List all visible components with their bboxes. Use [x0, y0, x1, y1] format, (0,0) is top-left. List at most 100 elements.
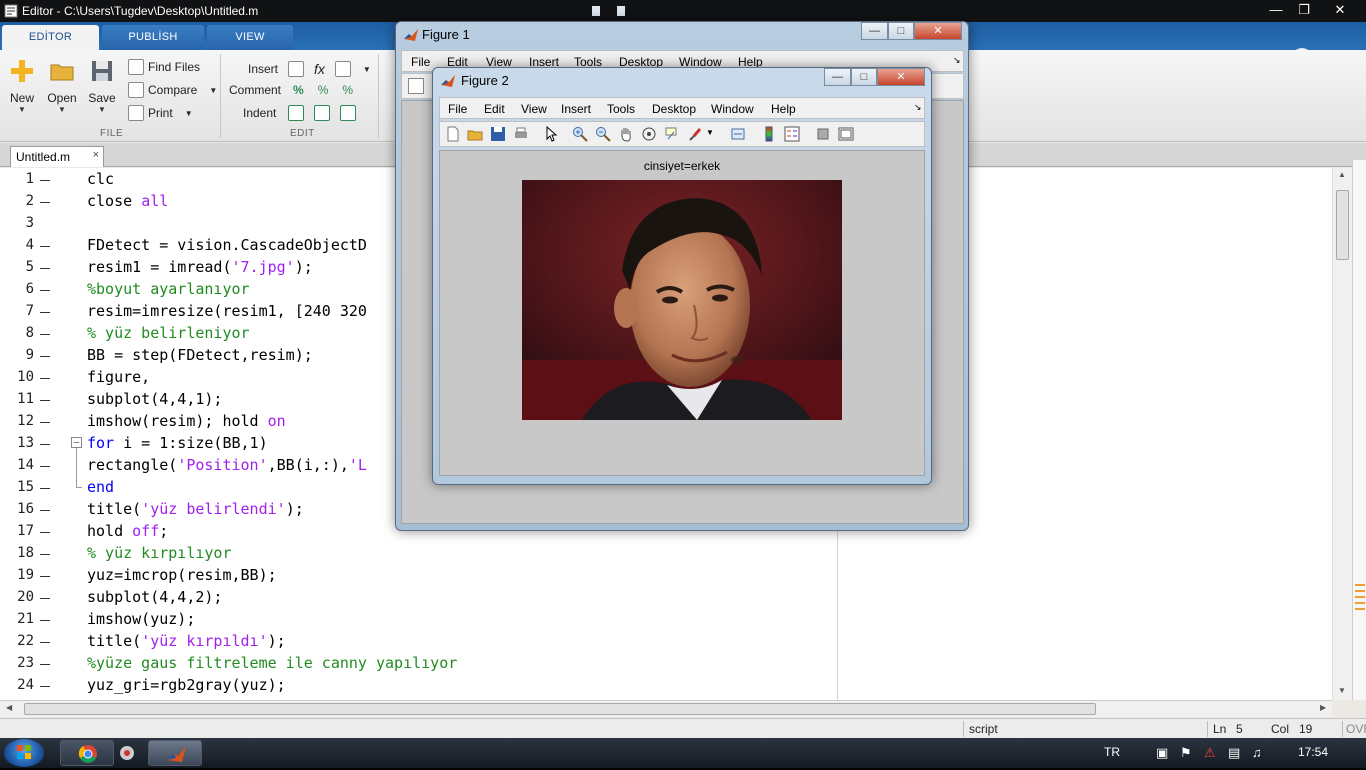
scroll-down-icon[interactable]: ▼: [1338, 686, 1346, 695]
code-line[interactable]: FDetect = vision.CascadeObjectD: [87, 236, 367, 254]
code-line[interactable]: resim1 = imread('7.jpg');: [87, 258, 313, 276]
breakpoint-marker[interactable]: [40, 246, 50, 247]
tab-view[interactable]: VIEW: [207, 25, 293, 50]
rotate-3d-icon[interactable]: [641, 126, 657, 142]
breakpoint-marker[interactable]: [40, 510, 50, 511]
insert-button[interactable]: Insert fx ▼: [248, 60, 371, 78]
code-line[interactable]: %yüze gaus filtreleme ile canny yapılıyo…: [87, 654, 457, 672]
document-tab-untitled[interactable]: Untitled.m ×: [10, 146, 104, 167]
figure2-menu-help[interactable]: Help: [771, 102, 796, 116]
code-line[interactable]: subplot(4,4,2);: [87, 588, 222, 606]
taskbar-matlab-button[interactable]: [148, 740, 202, 766]
close-tab-icon[interactable]: ×: [93, 149, 99, 161]
brush-icon[interactable]: [687, 126, 703, 142]
figure2-menu-edit[interactable]: Edit: [484, 102, 505, 116]
breakpoint-marker[interactable]: [40, 268, 50, 269]
figure2-menu-view[interactable]: View: [521, 102, 547, 116]
scroll-right-icon[interactable]: ▶: [1320, 703, 1326, 712]
breakpoint-marker[interactable]: [40, 422, 50, 423]
save-button[interactable]: Save ▼: [82, 56, 122, 124]
breakpoint-marker[interactable]: [40, 444, 50, 445]
scroll-left-icon[interactable]: ◀: [6, 703, 12, 712]
figure1-menu-file[interactable]: File: [411, 55, 430, 69]
indent-button[interactable]: Indent: [243, 104, 357, 122]
code-line[interactable]: % yüz kırpılıyor: [87, 544, 232, 562]
figure2-window[interactable]: Figure 2 — □ ✕ File Edit View Insert Too…: [432, 67, 932, 485]
figure2-menu-desktop[interactable]: Desktop: [652, 102, 696, 116]
code-line[interactable]: rectangle('Position',BB(i,:),'L: [87, 456, 367, 474]
code-line[interactable]: BB = step(FDetect,resim);: [87, 346, 313, 364]
data-cursor-icon[interactable]: [664, 126, 680, 142]
breakpoint-marker[interactable]: [40, 532, 50, 533]
breakpoint-marker[interactable]: [40, 620, 50, 621]
legend-icon[interactable]: [784, 126, 800, 142]
breakpoint-marker[interactable]: [40, 598, 50, 599]
clock[interactable]: 17:54: [1298, 745, 1328, 759]
find-files-button[interactable]: Find Files: [128, 58, 200, 76]
code-line[interactable]: title('yüz kırpıldı');: [87, 632, 286, 650]
print-figure-icon[interactable]: [513, 126, 529, 142]
vertical-scrollbar[interactable]: ▲ ▼: [1332, 168, 1352, 700]
code-line[interactable]: yuz_gri=rgb2gray(yuz);: [87, 676, 286, 694]
breakpoint-marker[interactable]: [40, 466, 50, 467]
pan-hand-icon[interactable]: [618, 126, 634, 142]
language-indicator[interactable]: TR: [1104, 745, 1120, 759]
open-button[interactable]: Open ▼: [42, 56, 82, 124]
zoom-in-icon[interactable]: [572, 126, 588, 142]
breakpoint-marker[interactable]: [40, 312, 50, 313]
maximize-button[interactable]: ❐: [1290, 1, 1318, 19]
breakpoint-marker[interactable]: [40, 290, 50, 291]
breakpoint-marker[interactable]: [40, 400, 50, 401]
breakpoint-marker[interactable]: [40, 642, 50, 643]
breakpoint-marker[interactable]: [40, 356, 50, 357]
vertical-scroll-thumb[interactable]: [1336, 190, 1349, 260]
action-center-flag-icon[interactable]: ⚑: [1180, 745, 1192, 761]
code-line[interactable]: hold off;: [87, 522, 168, 540]
code-line[interactable]: end: [87, 478, 114, 496]
code-line[interactable]: clc: [87, 170, 114, 188]
new-button[interactable]: New ▼: [2, 56, 42, 124]
horizontal-scroll-thumb[interactable]: [24, 703, 1096, 715]
zoom-out-icon[interactable]: [595, 126, 611, 142]
open-file-icon[interactable]: [467, 126, 483, 142]
figure2-minimize-button[interactable]: —: [824, 68, 851, 86]
breakpoint-marker[interactable]: [40, 334, 50, 335]
print-button[interactable]: Print ▼: [128, 104, 193, 122]
brush-dropdown-icon[interactable]: ▼: [706, 128, 714, 137]
comment-button[interactable]: Comment % % %: [229, 81, 353, 99]
network-icon[interactable]: ▤: [1228, 745, 1240, 761]
new-figure-icon[interactable]: [445, 126, 461, 142]
figure2-maximize-button[interactable]: □: [851, 68, 877, 86]
breakpoint-marker[interactable]: [40, 202, 50, 203]
link-plot-icon[interactable]: [730, 126, 746, 142]
warning-markers[interactable]: [1355, 584, 1365, 614]
minimize-button[interactable]: —: [1262, 1, 1290, 19]
breakpoint-marker[interactable]: [40, 180, 50, 181]
figure1-maximize-button[interactable]: □: [888, 22, 914, 40]
dock-arrow-icon[interactable]: ↘: [953, 55, 961, 66]
dock-arrow-icon[interactable]: ↘: [914, 102, 922, 113]
breakpoint-marker[interactable]: [40, 554, 50, 555]
save-figure-icon[interactable]: [490, 126, 506, 142]
breakpoint-marker[interactable]: [40, 576, 50, 577]
scroll-up-icon[interactable]: ▲: [1338, 170, 1346, 179]
show-plot-tools-icon[interactable]: [838, 126, 854, 142]
alert-icon[interactable]: ⚠: [1204, 745, 1216, 761]
code-line[interactable]: for i = 1:size(BB,1): [87, 434, 268, 452]
tab-publish[interactable]: PUBLİSH: [102, 25, 204, 50]
close-button[interactable]: ✕: [1318, 1, 1362, 19]
code-line[interactable]: title('yüz belirlendi');: [87, 500, 304, 518]
figure2-menu-insert[interactable]: Insert: [561, 102, 591, 116]
breakpoint-marker[interactable]: [40, 686, 50, 687]
hide-plot-tools-icon[interactable]: [815, 126, 831, 142]
breakpoint-marker[interactable]: [40, 378, 50, 379]
horizontal-scrollbar[interactable]: ◀ ▶: [0, 700, 1332, 717]
code-line[interactable]: subplot(4,4,1);: [87, 390, 222, 408]
fold-collapse-icon[interactable]: –: [71, 437, 82, 448]
breakpoint-marker[interactable]: [40, 664, 50, 665]
breakpoint-marker[interactable]: [40, 488, 50, 489]
code-line[interactable]: yuz=imcrop(resim,BB);: [87, 566, 277, 584]
compare-button[interactable]: Compare ▼: [128, 81, 217, 99]
colorbar-icon[interactable]: [761, 126, 777, 142]
code-line[interactable]: % yüz belirleniyor: [87, 324, 250, 342]
